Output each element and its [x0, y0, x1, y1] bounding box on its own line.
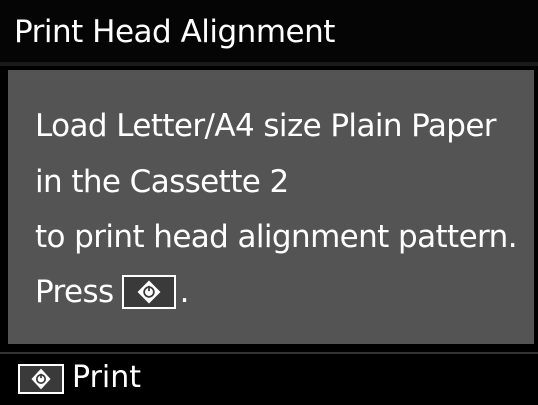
message-line-4: Press . — [35, 272, 189, 312]
title-bar: Print Head Alignment — [0, 0, 538, 66]
start-diamond-icon — [137, 280, 161, 304]
message-line-2: in the Cassette 2 — [35, 164, 289, 200]
start-button-icon — [121, 275, 176, 309]
print-action-label: Print — [72, 360, 142, 395]
title-divider — [0, 62, 538, 66]
message-panel: Load Letter/A4 size Plain Paper in the C… — [8, 70, 534, 344]
message-line-3: to print head alignment pattern. — [35, 219, 518, 255]
message-line-1: Load Letter/A4 size Plain Paper — [35, 108, 497, 144]
footer-bar: Print — [0, 352, 538, 405]
start-button[interactable] — [18, 364, 64, 394]
printer-lcd-screen: Print Head Alignment Load Letter/A4 size… — [0, 0, 538, 405]
start-diamond-icon — [31, 368, 51, 390]
page-title: Print Head Alignment — [14, 14, 335, 50]
press-period: . — [179, 274, 190, 310]
press-text: Press — [35, 274, 114, 310]
